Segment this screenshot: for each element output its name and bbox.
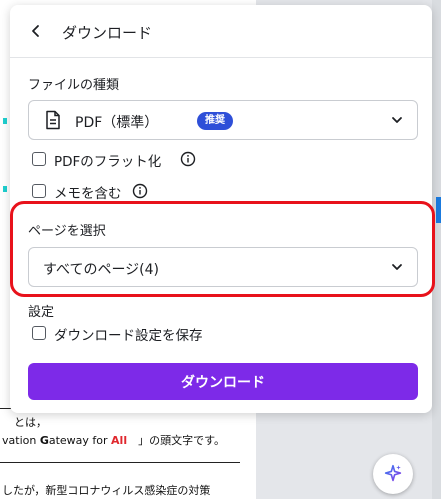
file-type-select[interactable]: PDF（標準） 推奨 [28,100,418,140]
include-notes-label: メモを含む [54,186,122,202]
page-select-label: ページを選択 [28,224,106,239]
canvas-marker [3,186,7,192]
page-select-value: すべてのページ(4) [43,262,160,278]
flatten-pdf-checkbox[interactable] [32,152,46,166]
download-panel: ダウンロード ファイルの種類 PDF（標準） 推奨 PDFのフラット化 メモを含… [10,5,432,413]
flatten-pdf-label: PDFのフラット化 [54,154,162,170]
document-text-part: 」の頭文字です。 [127,434,226,447]
panel-header: ダウンロード [10,5,432,57]
document-text-line1: とは， [14,416,47,429]
download-button[interactable]: ダウンロード [28,363,418,400]
back-chevron-icon[interactable] [30,23,42,39]
document-text-line2: vation Gateway for All 」の頭文字です。 [2,432,225,448]
save-settings-checkbox[interactable] [32,326,46,340]
divider [10,57,432,58]
sparkle-icon [384,464,402,482]
chevron-down-icon [392,117,402,123]
document-text-part: All [111,434,128,447]
settings-label: 設定 [28,305,55,320]
document-text-part: G [39,434,49,447]
info-icon[interactable] [132,183,148,199]
file-type-label: ファイルの種類 [28,78,120,93]
save-settings-label: ダウンロード設定を保存 [54,328,203,344]
canvas-marker [3,118,7,124]
document-text-part: ateway for [48,434,112,447]
page-select-dropdown[interactable]: すべてのページ(4) [28,247,418,287]
document-rule [0,462,240,463]
panel-title: ダウンロード [62,24,153,42]
include-notes-checkbox[interactable] [32,184,46,198]
ai-assistant-button[interactable] [373,454,413,494]
info-icon[interactable] [180,151,196,167]
side-tab[interactable] [436,197,441,223]
document-text-part: vation [2,434,40,447]
scrollbar-track[interactable] [432,0,441,499]
document-text-line3: したが，新型コロナウィルス感染症の対策 [2,484,211,497]
file-document-icon [46,110,60,130]
chevron-down-icon [392,264,402,270]
recommended-badge: 推奨 [197,112,233,130]
file-type-value: PDF（標準） [75,115,159,131]
